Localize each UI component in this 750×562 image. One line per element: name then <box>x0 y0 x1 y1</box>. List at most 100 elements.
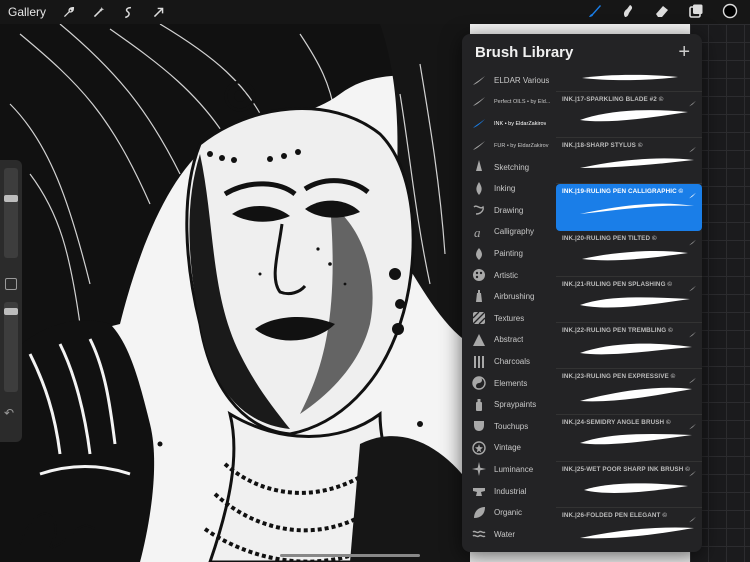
brush-set-item[interactable]: Vintage <box>462 437 554 459</box>
pencil-icon <box>471 159 487 175</box>
opacity-slider[interactable] <box>4 302 18 392</box>
brush-set-label: INK • by EldarZakirov <box>494 120 547 127</box>
brush-set-label: Calligraphy <box>494 227 535 237</box>
brush-item[interactable]: INK.|18-SHARP STYLUS © <box>556 138 702 185</box>
brush-name: INK.|20-RULING PEN TILTED © <box>562 234 657 242</box>
leaf-icon <box>471 505 487 521</box>
transform-arrow-icon[interactable] <box>150 4 166 20</box>
brush-set-item[interactable]: INK • by EldarZakirov <box>462 113 554 135</box>
brush-set-item[interactable]: Organic <box>462 502 554 524</box>
brush-set-item[interactable]: Drawing <box>462 200 554 222</box>
brushes-list: INK.|17-SPARKLING BLADE #2 © INK.|18-SHAR… <box>556 70 702 552</box>
anvil-icon <box>471 483 487 499</box>
paint-drop-icon <box>471 246 487 262</box>
stroke-icon <box>471 94 487 110</box>
stroke-icon <box>471 138 487 154</box>
brush-item[interactable]: INK.|22-RULING PEN TREMBLING © <box>556 323 702 370</box>
brush-name: INK.|19-RULING PEN CALLIGRAPHIC © <box>562 188 684 196</box>
charcoal-icon <box>471 354 487 370</box>
brush-item[interactable]: INK.|17-SPARKLING BLADE #2 © <box>556 92 702 139</box>
brush-size-slider[interactable] <box>4 168 18 258</box>
brush-library-panel: Brush Library + ELDAR Various Perfect OIL… <box>462 34 702 552</box>
magic-wand-icon[interactable] <box>90 4 106 20</box>
brush-set-item[interactable]: Elements <box>462 372 554 394</box>
brush-name: INK.|23-RULING PEN EXPRESSIVE © <box>562 373 676 381</box>
brush-set-item[interactable]: Touchups <box>462 416 554 438</box>
brush-set-label: Organic <box>494 508 523 518</box>
brush-item[interactable] <box>556 70 702 92</box>
brush-set-label: FUR • by EldarZakirov <box>494 142 549 149</box>
brush-item[interactable]: INK.|21-RULING PEN SPLASHING © <box>556 277 702 323</box>
selection-icon[interactable] <box>120 4 136 20</box>
brush-item[interactable]: INK.|25-WET POOR SHARP INK BRUSH © <box>556 462 702 508</box>
modify-square-icon[interactable] <box>5 278 17 290</box>
brush-name: INK.|18-SHARP STYLUS © <box>562 142 643 150</box>
brush-set-item[interactable]: Perfect OILS • by Eld... <box>462 92 554 114</box>
sparkle-icon <box>471 461 487 477</box>
brush-set-item[interactable]: Abstract <box>462 329 554 351</box>
brush-item[interactable]: INK.|23-RULING PEN EXPRESSIVE © <box>556 369 702 416</box>
gallery-button[interactable]: Gallery <box>8 5 46 19</box>
brush-name: INK.|26-FOLDED PEN ELEGANT © <box>562 511 668 519</box>
brush-set-item[interactable]: Airbrushing <box>462 286 554 308</box>
brush-set-label: Charcoals <box>494 357 531 367</box>
brush-set-item[interactable]: Water <box>462 523 554 545</box>
brush-set-label: Touchups <box>494 421 529 431</box>
brush-set-label: Inking <box>494 184 516 194</box>
brush-set-item[interactable]: Textures <box>462 308 554 330</box>
brush-set-item[interactable]: Spraypaints <box>462 394 554 416</box>
add-brush-set-button[interactable]: + <box>678 42 690 62</box>
brush-item[interactable]: INK.|24-SEMIDRY ANGLE BRUSH © <box>556 415 702 462</box>
brush-set-item[interactable]: Sketching <box>462 156 554 178</box>
palette-icon <box>471 267 487 283</box>
brush-set-label: Drawing <box>494 205 524 215</box>
panel-header: Brush Library + <box>462 34 702 70</box>
smudge-icon[interactable] <box>620 3 636 19</box>
brush-set-item[interactable]: a Calligraphy <box>462 221 554 243</box>
brush-set-label: Spraypaints <box>494 400 537 410</box>
brush-name: INK.|22-RULING PEN TREMBLING © <box>562 326 673 334</box>
brush-icon[interactable] <box>586 3 602 19</box>
opacity-thumb[interactable] <box>4 308 18 315</box>
brush-set-label: Water <box>494 529 516 539</box>
brush-set-item[interactable]: Painting <box>462 243 554 265</box>
brush-stroke-preview <box>578 200 696 227</box>
texture-icon <box>471 310 487 326</box>
brush-set-item[interactable]: Charcoals <box>462 351 554 373</box>
color-circle-icon[interactable] <box>722 3 738 19</box>
stroke-icon <box>471 116 487 132</box>
brush-set-label: Artistic <box>494 270 518 280</box>
brush-item[interactable]: INK.|26-FOLDED PEN ELEGANT © <box>556 508 702 552</box>
eraser-icon[interactable] <box>654 3 670 19</box>
brush-set-label: Sketching <box>494 162 530 172</box>
brush-item[interactable]: INK.|20-RULING PEN TILTED © <box>556 231 702 277</box>
wrench-icon[interactable] <box>60 4 76 20</box>
spray-icon <box>471 397 487 413</box>
brush-set-label: Industrial <box>494 486 527 496</box>
brush-set-item[interactable]: Luminance <box>462 459 554 481</box>
brush-set-label: Abstract <box>494 335 524 345</box>
brush-name: INK.|25-WET POOR SHARP INK BRUSH © <box>562 465 690 473</box>
triangle-icon <box>471 332 487 348</box>
top-toolbar: Gallery <box>0 0 750 24</box>
brush-set-label: ELDAR Various <box>494 76 550 86</box>
brush-set-item[interactable]: ELDAR Various <box>462 70 554 92</box>
brush-stroke-preview <box>578 478 696 505</box>
undo-icon[interactable]: ↶ <box>4 406 14 420</box>
brush-name: INK.|17-SPARKLING BLADE #2 © <box>562 96 664 103</box>
brush-set-item[interactable]: Artistic <box>462 264 554 286</box>
brush-stroke-preview <box>578 524 696 551</box>
brush-stroke-preview <box>578 385 696 412</box>
brush-set-item[interactable]: FUR • by EldarZakirov <box>462 135 554 157</box>
brush-set-label: Elements <box>494 378 528 388</box>
brush-set-item[interactable]: Inking <box>462 178 554 200</box>
brush-item[interactable]: INK.|19-RULING PEN CALLIGRAPHIC © <box>556 184 702 231</box>
layers-icon[interactable] <box>688 3 704 19</box>
brush-stroke-preview <box>578 108 696 135</box>
panel-title: Brush Library <box>475 43 574 61</box>
star-icon <box>471 440 487 456</box>
brush-size-thumb[interactable] <box>4 195 18 202</box>
brush-stroke-preview <box>578 293 696 320</box>
brush-set-label: Vintage <box>494 443 521 453</box>
brush-set-item[interactable]: Industrial <box>462 480 554 502</box>
